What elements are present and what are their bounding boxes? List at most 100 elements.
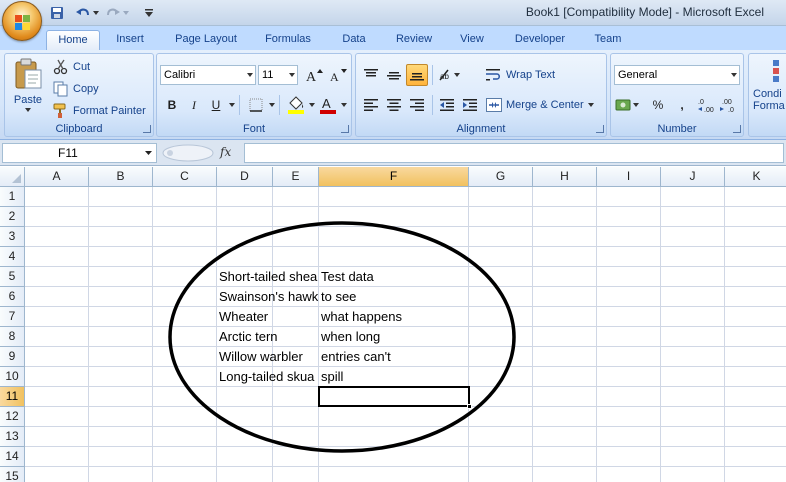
align-top-button[interactable] <box>360 64 382 86</box>
row-header-8[interactable]: 8 <box>0 327 25 347</box>
office-button[interactable] <box>2 1 42 41</box>
decrease-decimal-button[interactable]: .00.0 <box>719 94 741 116</box>
fill-color-dropdown-icon[interactable] <box>309 103 315 107</box>
format-painter-button[interactable]: Format Painter <box>53 102 146 120</box>
tab-data[interactable]: Data <box>332 30 376 50</box>
tab-insert[interactable]: Insert <box>108 30 152 50</box>
row-header-11[interactable]: 11 <box>0 387 25 407</box>
column-header-e[interactable]: E <box>273 167 319 187</box>
grow-font-button[interactable]: A <box>303 64 325 86</box>
orientation-button[interactable]: ab <box>436 64 464 86</box>
cell-f10[interactable]: spill <box>319 367 468 387</box>
percent-style-button[interactable]: % <box>647 94 669 116</box>
number-format-select[interactable]: General <box>614 65 740 85</box>
tab-review[interactable]: Review <box>388 30 440 50</box>
clipboard-launcher-icon[interactable] <box>143 125 151 133</box>
cell-f5[interactable]: Test data <box>319 267 468 287</box>
row-header-13[interactable]: 13 <box>0 427 25 447</box>
name-box-dropdown-icon[interactable] <box>145 151 152 155</box>
cell-d10[interactable]: Long-tailed skua <box>217 367 318 387</box>
font-color-button[interactable]: A <box>317 94 339 116</box>
row-header-5[interactable]: 5 <box>0 267 25 287</box>
column-header-d[interactable]: D <box>217 167 273 187</box>
row-header-1[interactable]: 1 <box>0 187 25 207</box>
active-cell-f11[interactable] <box>318 386 472 409</box>
column-header-k[interactable]: K <box>725 167 786 187</box>
borders-dropdown-icon[interactable] <box>269 103 275 107</box>
row-header-4[interactable]: 4 <box>0 247 25 267</box>
borders-button[interactable] <box>245 94 267 116</box>
column-header-j[interactable]: J <box>661 167 725 187</box>
cell-f6[interactable]: to see <box>319 287 468 307</box>
number-launcher-icon[interactable] <box>733 125 741 133</box>
column-header-a[interactable]: A <box>25 167 89 187</box>
cell-d5[interactable]: Short-tailed shearwater <box>217 267 318 287</box>
redo-icon[interactable] <box>104 4 122 22</box>
cell-f8[interactable]: when long <box>319 327 468 347</box>
tab-home[interactable]: Home <box>46 30 100 50</box>
save-icon[interactable] <box>48 4 66 22</box>
undo-icon[interactable] <box>74 4 92 22</box>
wrap-text-button[interactable]: Wrap Text <box>486 66 555 84</box>
tab-page-layout[interactable]: Page Layout <box>166 30 246 50</box>
align-middle-button[interactable] <box>383 64 405 86</box>
undo-dropdown-icon[interactable] <box>92 4 100 22</box>
align-center-button[interactable] <box>383 94 405 116</box>
row-header-10[interactable]: 10 <box>0 367 25 387</box>
font-color-dropdown-icon[interactable] <box>341 103 347 107</box>
row-header-3[interactable]: 3 <box>0 227 25 247</box>
column-header-c[interactable]: C <box>153 167 217 187</box>
cell-d7[interactable]: Wheater <box>217 307 318 327</box>
align-left-button[interactable] <box>360 94 382 116</box>
accounting-format-button[interactable] <box>613 94 641 116</box>
italic-button[interactable]: I <box>183 94 205 116</box>
font-name-select[interactable]: Calibri <box>160 65 256 85</box>
cut-button[interactable]: Cut <box>53 58 90 76</box>
align-bottom-button[interactable] <box>406 64 428 86</box>
tab-team[interactable]: Team <box>586 30 630 50</box>
column-header-b[interactable]: B <box>89 167 153 187</box>
customize-toolbar-icon[interactable] <box>140 4 158 22</box>
column-header-g[interactable]: G <box>469 167 533 187</box>
cell-d8[interactable]: Arctic tern <box>217 327 318 347</box>
shrink-font-button[interactable]: A <box>327 64 349 86</box>
increase-decimal-button[interactable]: .0.00 <box>697 94 719 116</box>
cell-d9[interactable]: Willow warbler <box>217 347 318 367</box>
column-header-f[interactable]: F <box>319 167 469 187</box>
underline-dropdown-icon[interactable] <box>229 103 235 107</box>
formula-input[interactable] <box>244 143 784 163</box>
select-all-button[interactable] <box>0 167 25 187</box>
paste-button[interactable]: Paste <box>9 58 47 118</box>
cell-d6[interactable]: Swainson's hawk <box>217 287 318 307</box>
decrease-indent-button[interactable] <box>436 94 458 116</box>
row-header-6[interactable]: 6 <box>0 287 25 307</box>
row-header-15[interactable]: 15 <box>0 467 25 482</box>
cell-f7[interactable]: what happens <box>319 307 468 327</box>
copy-button[interactable]: Copy <box>53 80 99 98</box>
tab-formulas[interactable]: Formulas <box>256 30 320 50</box>
merge-center-button[interactable]: Merge & Center <box>486 96 594 114</box>
column-header-i[interactable]: I <box>597 167 661 187</box>
conditional-formatting-button[interactable]: Condi Forma <box>753 58 786 128</box>
worksheet-grid[interactable]: A B C D E F G H I J K 1 2 3 4 5 6 7 8 9 … <box>0 167 786 482</box>
row-header-9[interactable]: 9 <box>0 347 25 367</box>
underline-button[interactable]: U <box>205 94 227 116</box>
name-box[interactable]: F11 <box>2 143 157 163</box>
column-header-h[interactable]: H <box>533 167 597 187</box>
fill-handle[interactable] <box>467 404 472 409</box>
fill-color-button[interactable] <box>285 94 307 116</box>
row-header-12[interactable]: 12 <box>0 407 25 427</box>
font-size-select[interactable]: 11 <box>258 65 298 85</box>
font-launcher-icon[interactable] <box>341 125 349 133</box>
row-header-2[interactable]: 2 <box>0 207 25 227</box>
align-right-button[interactable] <box>406 94 428 116</box>
row-header-14[interactable]: 14 <box>0 447 25 467</box>
tab-developer[interactable]: Developer <box>506 30 574 50</box>
insert-function-button[interactable]: fx <box>220 143 242 163</box>
bold-button[interactable]: B <box>161 94 183 116</box>
row-header-7[interactable]: 7 <box>0 307 25 327</box>
cell-f9[interactable]: entries can't <box>319 347 468 367</box>
comma-style-button[interactable]: , <box>671 94 693 116</box>
tab-view[interactable]: View <box>452 30 492 50</box>
increase-indent-button[interactable] <box>459 94 481 116</box>
